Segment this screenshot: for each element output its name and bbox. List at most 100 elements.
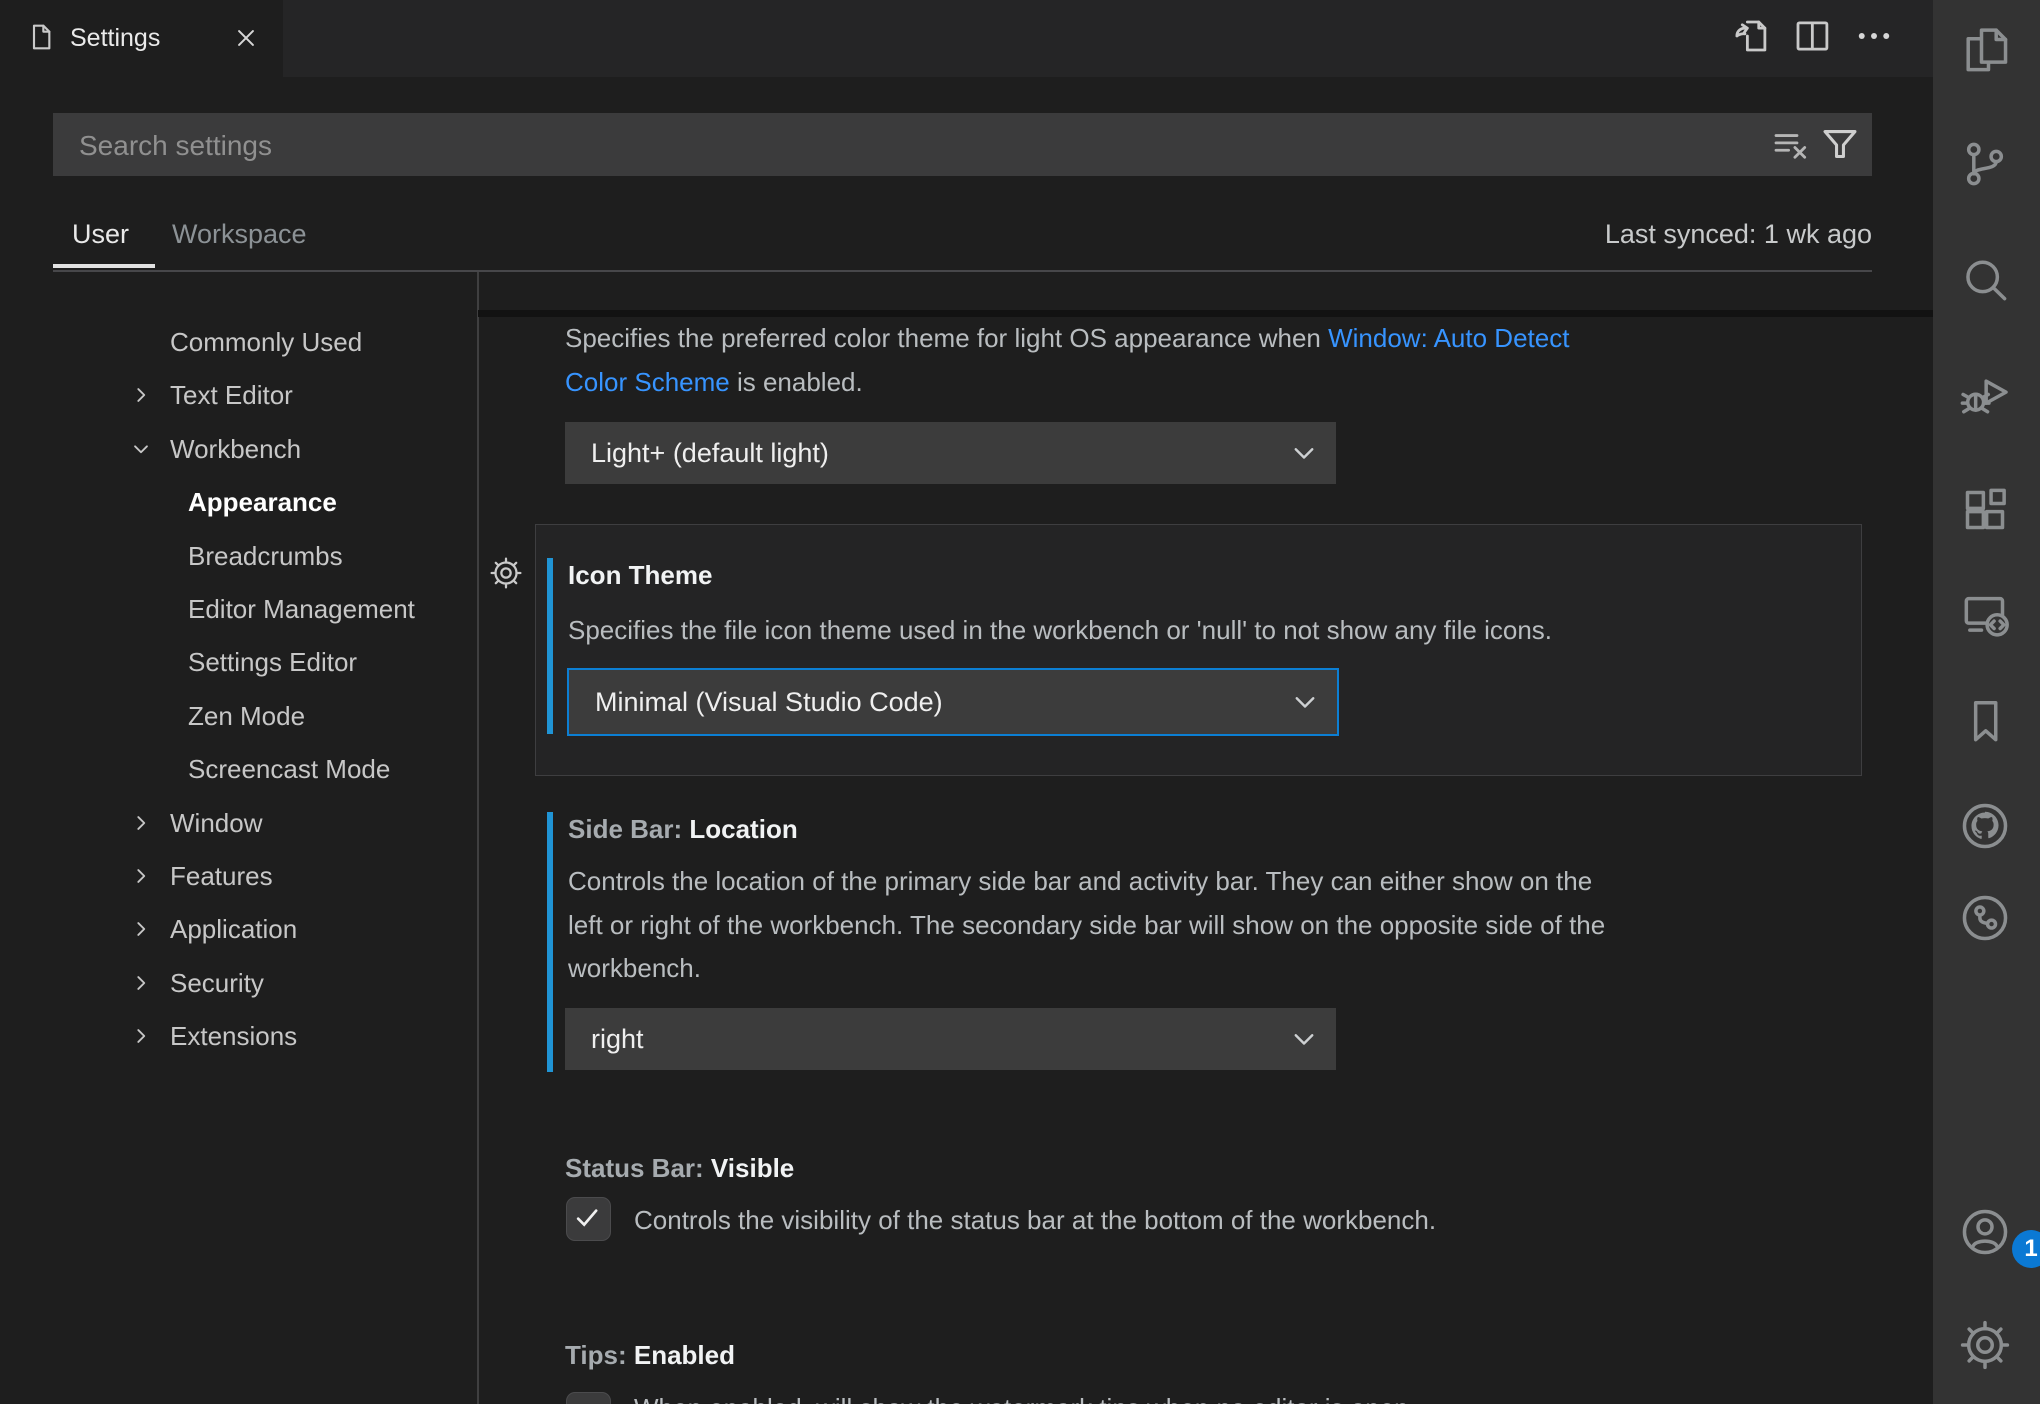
sidebar-item-application[interactable]: Application [40, 903, 477, 955]
icon-theme-select[interactable]: Minimal (Visual Studio Code) [567, 668, 1339, 736]
description-text: is enabled. [730, 367, 863, 397]
vscode-settings-window: Settings User Workspace Last sy [0, 0, 2040, 1404]
close-icon[interactable] [230, 22, 262, 54]
setting-gear-icon[interactable] [488, 555, 524, 591]
sidebar-item-label: Breadcrumbs [188, 530, 343, 582]
setting-title: Status Bar: Visible [565, 1153, 794, 1184]
extensions-icon[interactable] [1957, 482, 2013, 538]
clear-search-icon[interactable] [1769, 124, 1811, 166]
sidebar-item-label: Appearance [188, 476, 337, 528]
sidebar-item-settings-editor[interactable]: Settings Editor [40, 636, 477, 688]
file-icon [24, 21, 56, 57]
search-input[interactable] [77, 113, 1721, 178]
account-icon[interactable]: 1 [1957, 1204, 2013, 1260]
chevron-down-icon [128, 436, 154, 462]
explorer-icon[interactable] [1957, 22, 2013, 78]
sidebar-item-label: Workbench [170, 423, 301, 475]
setting-name: Icon Theme [568, 560, 712, 590]
sidebar-item-text-editor[interactable]: Text Editor [40, 369, 477, 421]
sidebar-item-features[interactable]: Features [40, 850, 477, 902]
chevron-right-icon [128, 382, 154, 408]
sidebar-item-label: Window [170, 797, 262, 849]
modified-indicator [547, 558, 553, 734]
description-text: Specifies the preferred color theme for … [565, 323, 1328, 353]
setting-title: Side Bar: Location [568, 814, 798, 845]
github-icon[interactable] [1957, 798, 2013, 854]
setting-title: Icon Theme [568, 560, 712, 591]
setting-description: workbench. [568, 948, 701, 988]
setting-description: Specifies the preferred color theme for … [565, 318, 1569, 358]
settings-search-box [53, 113, 1872, 176]
split-editor-icon[interactable] [1791, 15, 1833, 57]
sidebar-item-workbench[interactable]: Workbench [40, 423, 477, 475]
sidebar-item-label: Settings Editor [188, 636, 357, 688]
preferred-light-color-theme-select[interactable]: Light+ (default light) [565, 422, 1336, 484]
chevron-down-icon [1286, 435, 1322, 471]
chevron-right-icon [128, 916, 154, 942]
sidebar-location-select[interactable]: right [565, 1008, 1336, 1070]
bookmarks-icon[interactable] [1957, 693, 2013, 749]
sidebar-item-label: Application [170, 903, 297, 955]
header-divider [53, 270, 1872, 272]
open-settings-json-icon[interactable] [1729, 15, 1771, 57]
setting-description: When enabled, will show the watermark ti… [634, 1388, 1416, 1404]
setting-link[interactable]: Color Scheme [565, 367, 730, 397]
setting-description: left or right of the workbench. The seco… [568, 905, 1605, 945]
setting-description: Controls the location of the primary sid… [568, 861, 1592, 901]
setting-category: Tips: [565, 1340, 634, 1370]
sidebar-item-label: Extensions [170, 1010, 297, 1062]
sidebar-item-security[interactable]: Security [40, 957, 477, 1009]
setting-description: Specifies the file icon theme used in th… [568, 610, 1552, 650]
setting-description: Controls the visibility of the status ba… [634, 1200, 1436, 1240]
sidebar-item-zen-mode[interactable]: Zen Mode [40, 690, 477, 742]
active-tab-underline [53, 264, 155, 268]
settings-scroll-shadow [478, 310, 1933, 317]
last-synced-status: Last synced: 1 wk ago [1372, 219, 1872, 250]
sidebar-item-screencast-mode[interactable]: Screencast Mode [40, 743, 477, 795]
setting-name: Location [689, 814, 797, 844]
tab-user[interactable]: User [72, 219, 129, 250]
gitlens-icon[interactable] [1957, 890, 2013, 946]
source-control-icon[interactable] [1957, 136, 2013, 192]
chevron-right-icon [128, 970, 154, 996]
editor-tab-strip: Settings [0, 0, 1933, 77]
remote-explorer-icon[interactable] [1957, 587, 2013, 643]
icon-theme-setting-row [535, 524, 1862, 776]
sidebar-item-commonly-used[interactable]: Commonly Used [40, 316, 477, 368]
sidebar-item-extensions[interactable]: Extensions [40, 1010, 477, 1062]
chevron-down-icon [1286, 1021, 1322, 1057]
tips-enabled-checkbox[interactable] [566, 1392, 611, 1404]
setting-description: Color Scheme is enabled. [565, 362, 863, 402]
select-value: Light+ (default light) [591, 422, 829, 484]
sidebar-item-label: Features [170, 850, 273, 902]
select-value: Minimal (Visual Studio Code) [595, 670, 943, 734]
sidebar-item-label: Security [170, 957, 264, 1009]
sidebar-item-label: Editor Management [188, 583, 415, 635]
sidebar-item-breadcrumbs[interactable]: Breadcrumbs [40, 530, 477, 582]
sidebar-item-appearance[interactable]: Appearance [40, 476, 477, 528]
sidebar-item-label: Text Editor [170, 369, 293, 421]
select-value: right [591, 1008, 644, 1070]
setting-name: Visible [711, 1153, 794, 1183]
chevron-right-icon [128, 810, 154, 836]
chevron-right-icon [128, 1023, 154, 1049]
tab-workspace[interactable]: Workspace [172, 219, 307, 250]
statusbar-visible-checkbox[interactable] [566, 1197, 611, 1241]
setting-category: Side Bar: [568, 814, 689, 844]
tab-settings[interactable]: Settings [0, 0, 283, 77]
sidebar-item-label: Zen Mode [188, 690, 305, 742]
modified-indicator [547, 812, 553, 1072]
setting-title: Tips: Enabled [565, 1340, 735, 1371]
run-and-debug-icon[interactable] [1957, 366, 2013, 422]
sidebar-item-window[interactable]: Window [40, 797, 477, 849]
chevron-right-icon [128, 863, 154, 889]
filter-settings-icon[interactable] [1817, 122, 1863, 168]
more-actions-icon[interactable] [1853, 15, 1895, 57]
manage-gear-icon[interactable] [1957, 1317, 2013, 1373]
toc-splitter[interactable] [477, 272, 479, 1404]
setting-link[interactable]: Window: Auto Detect [1328, 323, 1569, 353]
activity-bar: 1 [1933, 0, 2040, 1404]
chevron-down-icon [1287, 684, 1323, 720]
search-icon[interactable] [1957, 252, 2013, 308]
sidebar-item-editor-management[interactable]: Editor Management [40, 583, 477, 635]
